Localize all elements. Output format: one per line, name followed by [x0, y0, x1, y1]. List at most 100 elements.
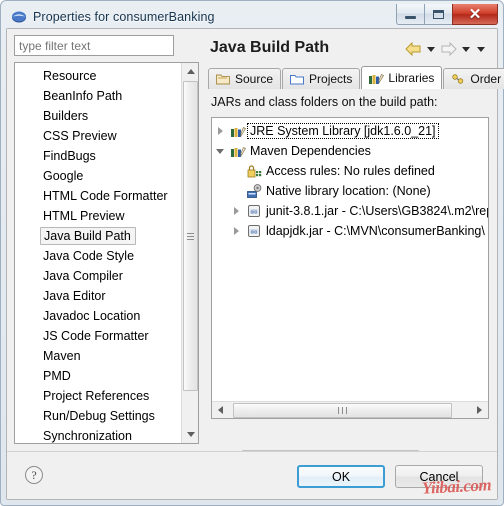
sidebar-scroll-thumb[interactable]	[183, 81, 198, 391]
libraries-tree-list: JRE System Library [jdk1.6.0_21] Maven De…	[212, 118, 488, 401]
sidebar-item-builders[interactable]: Builders	[15, 106, 181, 126]
tab-order[interactable]: Order	[443, 68, 504, 89]
sidebar-item-label: PMD	[43, 369, 71, 383]
expand-arrow-icon[interactable]	[228, 207, 244, 215]
help-button[interactable]: ?	[25, 466, 43, 484]
triangle-down-icon	[186, 432, 195, 437]
scroll-left-button[interactable]	[212, 402, 229, 419]
sidebar-item-maven[interactable]: Maven	[15, 346, 181, 366]
collapse-arrow-icon[interactable]	[212, 148, 228, 154]
triangle-right-icon	[233, 227, 239, 235]
libraries-horizontal-scrollbar[interactable]	[212, 401, 488, 418]
ok-button[interactable]: OK	[297, 465, 385, 488]
library-books-icon	[228, 143, 248, 159]
forward-dropdown-icon[interactable]	[462, 46, 470, 52]
tab-libraries[interactable]: Libraries	[361, 66, 443, 89]
sidebar-item-resource[interactable]: Resource	[15, 66, 181, 86]
sidebar-item-html-code-formatter[interactable]: HTML Code Formatter	[15, 186, 181, 206]
triangle-right-icon	[217, 127, 223, 135]
libraries-hint: JARs and class folders on the build path…	[208, 89, 491, 114]
libraries-scroll-track[interactable]	[229, 402, 471, 419]
sidebar-item-java-compiler[interactable]: Java Compiler	[15, 266, 181, 286]
page-title: Java Build Path	[210, 39, 330, 56]
forward-arrow-icon[interactable]	[440, 42, 457, 56]
scroll-right-button[interactable]	[471, 402, 488, 419]
maximize-button[interactable]	[424, 4, 453, 25]
eclipse-properties-icon	[11, 9, 27, 25]
library-tree-row[interactable]: JRE System Library [jdk1.6.0_21]	[212, 121, 488, 141]
scroll-down-button[interactable]	[182, 426, 198, 443]
sidebar-vertical-scrollbar[interactable]	[181, 63, 198, 443]
scroll-grip-icon	[337, 406, 349, 414]
triangle-right-icon	[233, 207, 239, 215]
sidebar-item-synchronization[interactable]: Synchronization	[15, 426, 181, 443]
sidebar-item-project-references[interactable]: Project References	[15, 386, 181, 406]
tab-label: Source	[235, 72, 274, 86]
sidebar-item-beaninfo-path[interactable]: BeanInfo Path	[15, 86, 181, 106]
sidebar-item-label: Google	[43, 169, 84, 183]
libraries-books-icon	[368, 70, 385, 86]
sidebar-item-label: FindBugs	[43, 149, 96, 163]
minimize-button[interactable]	[396, 4, 425, 25]
site-watermark: Yiibai.com	[421, 475, 492, 498]
sidebar-item-css-preview[interactable]: CSS Preview	[15, 126, 181, 146]
svg-text:oio: oio	[251, 229, 258, 235]
library-row-label: ldapjdk.jar - C:\MVN\consumerBanking\	[266, 224, 485, 238]
properties-dialog-window: Properties for consumerBanking ✕ Resourc…	[0, 0, 504, 506]
filter-input[interactable]	[14, 35, 174, 56]
triangle-up-icon	[186, 69, 195, 74]
libraries-tab-panel: JARs and class folders on the build path…	[208, 89, 491, 444]
back-dropdown-icon[interactable]	[427, 46, 435, 52]
libraries-scroll-thumb[interactable]	[233, 402, 452, 418]
sidebar-item-label: Project References	[43, 389, 150, 403]
sidebar-item-label: HTML Code Formatter	[43, 189, 168, 203]
library-row-label: Access rules: No rules defined	[266, 164, 435, 178]
libraries-tree-panel: JRE System Library [jdk1.6.0_21] Maven De…	[211, 117, 489, 419]
sidebar-item-run-debug-settings[interactable]: Run/Debug Settings	[15, 406, 181, 426]
tab-label: Libraries	[388, 71, 435, 85]
window-title: Properties for consumerBanking	[33, 10, 215, 24]
sidebar-item-google[interactable]: Google	[15, 166, 181, 186]
library-tree-row[interactable]: Access rules: No rules defined	[212, 161, 488, 181]
dialog-content-area: Resource BeanInfo Path Builders CSS Preview…	[7, 29, 504, 466]
scroll-up-button[interactable]	[182, 63, 198, 80]
tab-label: Projects	[309, 72, 353, 86]
sidebar-item-label: Java Editor	[43, 289, 106, 303]
sidebar-item-javadoc-location[interactable]: Javadoc Location	[15, 306, 181, 326]
back-arrow-icon[interactable]	[405, 42, 422, 56]
library-books-icon	[228, 123, 248, 139]
sidebar-item-label: JS Code Formatter	[43, 329, 149, 343]
library-row-label: JRE System Library [jdk1.6.0_21]	[247, 123, 439, 139]
library-tree-row[interactable]: oio ldapjdk.jar - C:\MVN\consumerBanking\	[212, 221, 488, 241]
tab-projects[interactable]: Projects	[282, 68, 361, 89]
sidebar-item-js-code-formatter[interactable]: JS Code Formatter	[15, 326, 181, 346]
settings-sidebar: Resource BeanInfo Path Builders CSS Preview…	[14, 35, 199, 444]
close-icon: ✕	[468, 5, 482, 23]
library-tree-row[interactable]: oio junit-3.8.1.jar - C:\Users\GB3824\.m2…	[212, 201, 488, 221]
sidebar-item-java-code-style[interactable]: Java Code Style	[15, 246, 181, 266]
sidebar-item-java-editor[interactable]: Java Editor	[15, 286, 181, 306]
library-tree-row[interactable]: Maven Dependencies	[212, 141, 488, 161]
libraries-hint-text: JARs and class folders on the build path…	[211, 95, 438, 109]
sidebar-item-html-preview[interactable]: HTML Preview	[15, 206, 181, 226]
expand-arrow-icon[interactable]	[212, 127, 228, 135]
close-button[interactable]: ✕	[452, 4, 498, 25]
expand-arrow-icon[interactable]	[228, 227, 244, 235]
library-tree-row[interactable]: Native library location: (None)	[212, 181, 488, 201]
triangle-down-icon	[216, 148, 224, 154]
sidebar-tree-list: Resource BeanInfo Path Builders CSS Preview…	[15, 63, 181, 443]
sidebar-item-label: Resource	[43, 69, 97, 83]
sidebar-item-java-build-path[interactable]: Java Build Path	[15, 226, 181, 246]
sidebar-item-pmd[interactable]: PMD	[15, 366, 181, 386]
sidebar-item-label: Java Compiler	[43, 269, 123, 283]
sidebar-item-findbugs[interactable]: FindBugs	[15, 146, 181, 166]
order-export-icon	[450, 71, 466, 87]
view-menu-icon[interactable]	[477, 46, 485, 52]
native-library-icon	[244, 183, 264, 199]
sidebar-item-label: Run/Debug Settings	[43, 409, 155, 423]
jar-icon: oio	[244, 203, 264, 219]
tab-source[interactable]: Source	[208, 68, 282, 89]
library-row-label: Maven Dependencies	[250, 144, 371, 158]
tab-label: Order	[470, 72, 502, 86]
library-row-label: junit-3.8.1.jar - C:\Users\GB3824\.m2\re…	[266, 204, 489, 218]
